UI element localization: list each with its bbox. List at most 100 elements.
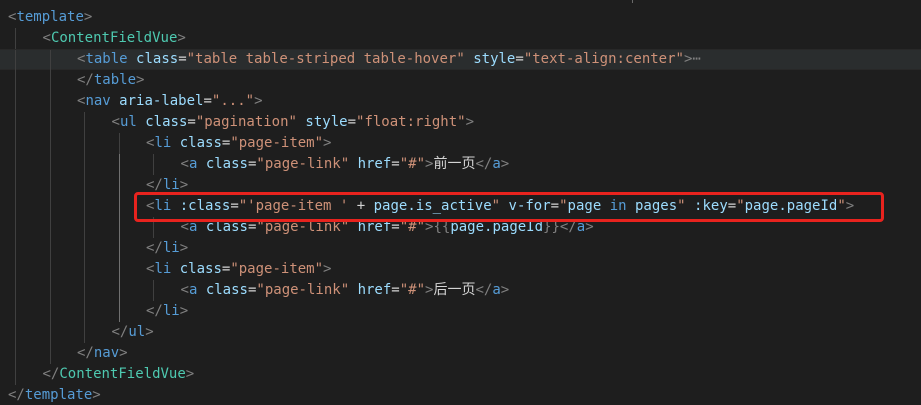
code-line[interactable]: <li class="page-item"> [0,259,921,280]
token-tag: li [162,303,180,319]
token-bracket: </ [475,156,493,172]
indent-guide [118,217,120,238]
token-attr: class [179,261,222,277]
token-comp: ContentFieldVue [50,30,178,46]
code-line[interactable]: <a class="page-link" href="#">后一页</a> [0,280,921,301]
indent-guide [15,280,16,301]
code-text: <ContentFieldVue> [43,28,186,49]
indent-guide [118,259,120,280]
indent-guide [153,280,154,301]
token-bracket: < [180,156,189,172]
token-eq: = [187,114,196,130]
token-tag: template [24,387,93,403]
indent-guide [84,112,85,133]
code-line[interactable]: <ul class="pagination" style="float:righ… [0,112,921,133]
token-eq: = [391,156,400,172]
token-bracket: </ [146,240,163,256]
code-text: </li> [146,301,188,322]
token-eq: = [391,282,400,298]
token-bracket: > [179,303,189,319]
token-tag: ul [119,114,137,130]
token-bracket: > [323,261,332,277]
token-bracket: > [500,156,510,172]
indent-guide [84,154,85,175]
token-bracket: </ [146,303,163,319]
code-text: </ContentFieldVue> [43,364,195,385]
code-line[interactable]: </li> [0,238,921,259]
token-tag: template [16,9,84,25]
code-line[interactable]: <ContentFieldVue> [0,28,921,49]
code-text: <a class="page-link" href="#">后一页</a> [181,280,510,301]
code-line[interactable]: <nav aria-label="..."> [0,91,921,112]
code-text: </ul> [112,322,154,343]
token-bracket: </ [8,387,25,403]
token-tag: nav [85,93,111,109]
indent-guide [84,238,85,259]
code-editor[interactable]: <template> <ContentFieldVue> <table class=… [0,0,921,405]
code-text: <ul class="pagination" style="float:righ… [112,112,475,133]
token-bracket: </ [42,366,60,382]
token-attr: class [205,282,248,298]
code-line[interactable]: <table class="table table-striped table-… [0,49,921,71]
indent-guide [15,238,16,259]
token-str: "..." [211,93,255,109]
token-attr: style [473,51,516,67]
code-text: </li> [146,238,188,259]
indent-guide [15,50,16,71]
code-line[interactable]: <a class="page-link" href="#">前一页</a> [0,154,921,175]
indent-guide [49,280,51,301]
scrollbar-marker [632,0,633,3]
code-line[interactable]: </nav> [0,343,921,364]
code-text: <table class="table table-striped table-… [77,50,701,69]
code-line[interactable]: </template> [0,385,921,405]
indent-guide [15,133,16,154]
indent-guide [49,259,51,280]
token-str: "float:right" [356,114,466,130]
code-line[interactable]: </li> [0,301,921,322]
indent-guide [49,322,51,343]
code-line[interactable]: </table> [0,70,921,91]
token-bracket: > [179,240,189,256]
indent-guide [118,133,120,154]
token-bracket: > [500,282,510,298]
indent-guide [84,259,85,280]
token-bracket: > [119,345,128,361]
code-text: <template> [8,7,92,28]
indent-guide [49,196,51,217]
token-bracket: < [42,30,51,46]
indent-guide [15,343,16,364]
token-tag: li [162,240,180,256]
indent-guide [15,364,16,385]
code-line[interactable]: </ContentFieldVue> [0,364,921,385]
token-tag: a [492,156,501,172]
token-attr: href [357,156,392,172]
token-attr: style [305,114,348,130]
token-eq: = [515,51,524,67]
indent-guide [49,217,51,238]
indent-guide [15,217,16,238]
indent-guide [49,175,51,196]
token-str: "pagination" [195,114,297,130]
token-text: 前一页 [433,156,476,172]
indent-guide [15,301,16,322]
token-tag: ul [128,324,146,340]
token-bracket: > [185,366,195,382]
code-line[interactable]: </ul> [0,322,921,343]
indent-guide [49,70,51,91]
indent-guide [49,154,51,175]
code-line[interactable]: <template> [0,7,921,28]
token-bracket: > [254,93,263,109]
token-tag: nav [93,345,120,361]
indent-guide [84,322,85,343]
indent-guide [84,196,85,217]
indent-guide [49,50,51,71]
token-eq: = [347,114,357,130]
indent-guide [49,343,51,364]
code-text: </template> [8,385,101,405]
token-str: "table table-striped table-hover" [186,51,465,67]
code-line[interactable]: <li class="page-item"> [0,133,921,154]
